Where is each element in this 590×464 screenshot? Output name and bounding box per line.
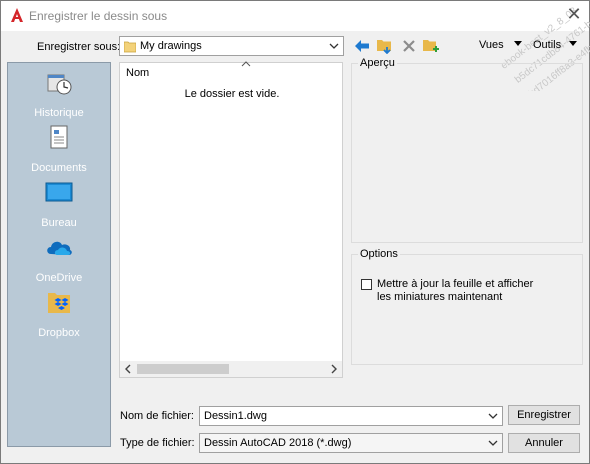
scrollbar-thumb[interactable]	[137, 364, 229, 374]
place-documents[interactable]: Documents	[8, 124, 110, 176]
place-onedrive[interactable]: OneDrive	[8, 234, 110, 286]
save-dialog: Enregistrer le dessin sous ebook-best_v2…	[0, 0, 590, 464]
empty-folder-message: Le dossier est vide.	[184, 88, 280, 100]
cancel-button[interactable]: Annuler	[508, 433, 580, 453]
options-legend: Options	[358, 248, 400, 260]
chevron-down-icon[interactable]	[487, 410, 499, 422]
desktop-icon	[45, 182, 73, 202]
sort-caret-icon	[241, 61, 251, 67]
folder-icon	[124, 41, 136, 53]
chevron-down-icon[interactable]	[487, 437, 499, 449]
place-history[interactable]: Historique	[8, 69, 110, 121]
documents-icon	[50, 125, 68, 149]
title-bar: Enregistrer le dessin sous ebook-best_v2…	[1, 1, 590, 91]
preview-legend: Aperçu	[358, 57, 397, 69]
file-list[interactable]: Nom Le dossier est vide.	[119, 61, 343, 378]
history-icon	[47, 74, 72, 95]
place-label: Bureau	[41, 217, 77, 229]
filename-label: Nom de fichier:	[120, 410, 194, 422]
filetype-label: Type de fichier:	[120, 437, 195, 449]
scroll-left-icon[interactable]	[123, 364, 133, 374]
tools-menu[interactable]: Outils	[533, 39, 561, 51]
back-arrow-icon[interactable]	[353, 37, 371, 55]
horizontal-scrollbar[interactable]	[120, 361, 342, 377]
filetype-dropdown[interactable]: Dessin AutoCAD 2018 (*.dwg)	[199, 433, 503, 453]
scroll-right-icon[interactable]	[329, 364, 339, 374]
places-bar: Historique Documents Bureau OneDrive Dro…	[7, 62, 111, 447]
save-in-label: Enregistrer sous:	[37, 41, 121, 53]
autocad-logo-icon	[11, 8, 23, 22]
save-in-value: My drawings	[140, 40, 202, 52]
filename-input[interactable]: Dessin1.dwg	[199, 406, 503, 426]
new-folder-icon[interactable]	[422, 36, 440, 54]
tools-caret-icon[interactable]	[569, 41, 577, 47]
save-button[interactable]: Enregistrer	[508, 405, 580, 425]
place-dropbox[interactable]: Dropbox	[8, 289, 110, 341]
place-label: Historique	[34, 107, 84, 119]
onedrive-icon	[47, 241, 72, 255]
update-sheet-checkbox[interactable]	[361, 279, 372, 290]
filename-value: Dessin1.dwg	[204, 410, 267, 422]
views-caret-icon[interactable]	[514, 41, 522, 47]
close-button[interactable]: ✕	[561, 4, 587, 26]
views-menu[interactable]: Vues	[479, 39, 504, 51]
delete-x-icon[interactable]	[400, 37, 418, 55]
place-label: OneDrive	[35, 272, 83, 284]
place-desktop[interactable]: Bureau	[8, 179, 110, 231]
options-group: Options	[351, 248, 583, 365]
dropbox-icon	[48, 293, 70, 313]
place-label: Dropbox	[38, 327, 80, 339]
place-label: Documents	[31, 162, 87, 174]
filetype-value: Dessin AutoCAD 2018 (*.dwg)	[204, 437, 352, 449]
column-header-name[interactable]: Nom	[126, 67, 149, 79]
update-sheet-label[interactable]: Mettre à jour la feuille et afficher les…	[377, 278, 557, 304]
save-in-dropdown[interactable]: My drawings	[119, 36, 344, 56]
window-title: Enregistrer le dessin sous	[29, 9, 168, 23]
preview-group: Aperçu	[351, 57, 583, 243]
chevron-down-icon	[329, 43, 339, 49]
up-folder-icon[interactable]	[376, 36, 394, 54]
